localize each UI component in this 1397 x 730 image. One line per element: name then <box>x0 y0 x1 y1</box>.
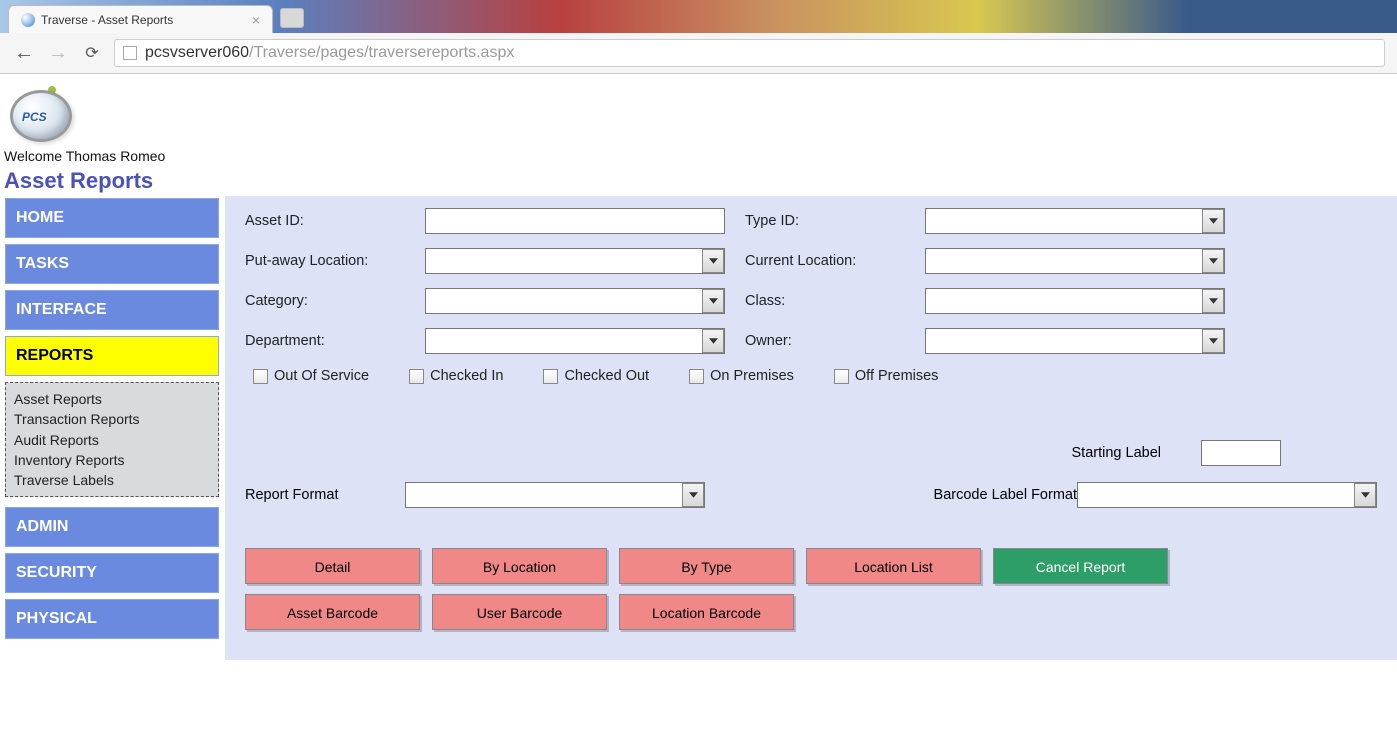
checkbox-icon[interactable] <box>409 369 424 384</box>
class-select[interactable] <box>925 288 1225 314</box>
checkbox-icon[interactable] <box>689 369 704 384</box>
category-select[interactable] <box>425 288 725 314</box>
button-row-1: Detail By Location By Type Location List… <box>245 548 1377 584</box>
owner-select[interactable] <box>925 328 1225 354</box>
filter-form: Asset ID: Type ID: Put-away Location: Cu… <box>245 208 1377 354</box>
chevron-down-icon[interactable] <box>1354 483 1376 507</box>
back-button[interactable]: ← <box>12 42 36 65</box>
chevron-down-icon[interactable] <box>682 483 704 507</box>
label-putaway-location: Put-away Location: <box>245 253 405 269</box>
pcs-logo: PCS <box>4 82 82 146</box>
by-location-button[interactable]: By Location <box>432 548 607 584</box>
type-id-select[interactable] <box>925 208 1225 234</box>
address-bar[interactable]: pcsvserver060/Traverse/pages/traverserep… <box>114 39 1385 67</box>
browser-tab[interactable]: Traverse - Asset Reports × <box>8 5 273 33</box>
sidebar-item-reports[interactable]: REPORTS <box>5 336 219 376</box>
label-current-location: Current Location: <box>745 253 905 269</box>
department-select[interactable] <box>425 328 725 354</box>
report-format-select[interactable] <box>405 482 705 508</box>
reload-button[interactable]: ⟳ <box>80 43 104 63</box>
check-checked-out[interactable]: Checked Out <box>543 368 649 384</box>
barcode-format-select[interactable] <box>1077 482 1377 508</box>
sidebar-sub-transaction-reports[interactable]: Transaction Reports <box>14 409 210 429</box>
sidebar-item-interface[interactable]: INTERFACE <box>5 290 219 330</box>
checkbox-icon[interactable] <box>253 369 268 384</box>
current-location-select[interactable] <box>925 248 1225 274</box>
sidebar-sub-audit-reports[interactable]: Audit Reports <box>14 430 210 450</box>
starting-label-row: Starting Label <box>245 440 1377 466</box>
chevron-down-icon[interactable] <box>702 289 724 313</box>
checkbox-row: Out Of Service Checked In Checked Out On… <box>245 354 1377 394</box>
main-panel: Asset ID: Type ID: Put-away Location: Cu… <box>225 196 1397 660</box>
tab-close-icon[interactable]: × <box>252 12 260 28</box>
browser-chrome: Traverse - Asset Reports × ← → ⟳ pcsvser… <box>0 0 1397 74</box>
tab-favicon-icon <box>21 13 35 27</box>
check-checked-in[interactable]: Checked In <box>409 368 503 384</box>
by-type-button[interactable]: By Type <box>619 548 794 584</box>
url-host: pcsvserver060 <box>145 44 249 61</box>
sidebar-sub-inventory-reports[interactable]: Inventory Reports <box>14 450 210 470</box>
label-owner: Owner: <box>745 333 905 349</box>
url-text: pcsvserver060/Traverse/pages/traverserep… <box>145 44 514 62</box>
sidebar-sub-asset-reports[interactable]: Asset Reports <box>14 389 210 409</box>
sidebar: HOME TASKS INTERFACE REPORTS Asset Repor… <box>0 196 219 645</box>
page-title: Asset Reports <box>0 168 1397 194</box>
chevron-down-icon[interactable] <box>1202 249 1224 273</box>
new-tab-button[interactable] <box>280 8 304 28</box>
sidebar-item-security[interactable]: SECURITY <box>5 553 219 593</box>
putaway-location-select[interactable] <box>425 248 725 274</box>
forward-button[interactable]: → <box>46 42 70 65</box>
location-list-button[interactable]: Location List <box>806 548 981 584</box>
tab-strip: Traverse - Asset Reports × <box>0 0 1397 33</box>
nav-bar: ← → ⟳ pcsvserver060/Traverse/pages/trave… <box>0 33 1397 73</box>
label-department: Department: <box>245 333 405 349</box>
label-barcode-format: Barcode Label Format <box>934 487 1077 503</box>
page-body: PCS Welcome Thomas Romeo Asset Reports H… <box>0 74 1397 660</box>
label-report-format: Report Format <box>245 487 405 503</box>
sidebar-item-physical[interactable]: PHYSICAL <box>5 599 219 639</box>
logo-area: PCS Welcome Thomas Romeo <box>0 80 1397 164</box>
checkbox-icon[interactable] <box>834 369 849 384</box>
page-icon <box>123 46 137 60</box>
label-category: Category: <box>245 293 405 309</box>
detail-button[interactable]: Detail <box>245 548 420 584</box>
asset-id-input[interactable] <box>425 208 725 234</box>
sidebar-item-tasks[interactable]: TASKS <box>5 244 219 284</box>
sidebar-sub-traverse-labels[interactable]: Traverse Labels <box>14 470 210 490</box>
label-type-id: Type ID: <box>745 213 905 229</box>
asset-barcode-button[interactable]: Asset Barcode <box>245 594 420 630</box>
sidebar-item-admin[interactable]: ADMIN <box>5 507 219 547</box>
chevron-down-icon[interactable] <box>1202 289 1224 313</box>
label-starting-label: Starting Label <box>1072 445 1161 461</box>
starting-label-input[interactable] <box>1201 440 1281 466</box>
sidebar-item-home[interactable]: HOME <box>5 198 219 238</box>
format-row: Report Format Barcode Label Format <box>245 482 1377 508</box>
button-row-2: Asset Barcode User Barcode Location Barc… <box>245 594 1377 630</box>
cancel-report-button[interactable]: Cancel Report <box>993 548 1168 584</box>
label-class: Class: <box>745 293 905 309</box>
label-asset-id: Asset ID: <box>245 213 405 229</box>
location-barcode-button[interactable]: Location Barcode <box>619 594 794 630</box>
url-path: /Traverse/pages/traversereports.aspx <box>249 44 514 61</box>
user-barcode-button[interactable]: User Barcode <box>432 594 607 630</box>
tab-title: Traverse - Asset Reports <box>41 13 173 27</box>
chevron-down-icon[interactable] <box>1202 329 1224 353</box>
logo-text: PCS <box>22 110 47 124</box>
checkbox-icon[interactable] <box>543 369 558 384</box>
check-on-premises[interactable]: On Premises <box>689 368 794 384</box>
chevron-down-icon[interactable] <box>1202 209 1224 233</box>
chevron-down-icon[interactable] <box>702 249 724 273</box>
sidebar-submenu: Asset Reports Transaction Reports Audit … <box>5 382 219 497</box>
chevron-down-icon[interactable] <box>702 329 724 353</box>
welcome-text: Welcome Thomas Romeo <box>4 148 1397 164</box>
check-out-of-service[interactable]: Out Of Service <box>253 368 369 384</box>
check-off-premises[interactable]: Off Premises <box>834 368 939 384</box>
